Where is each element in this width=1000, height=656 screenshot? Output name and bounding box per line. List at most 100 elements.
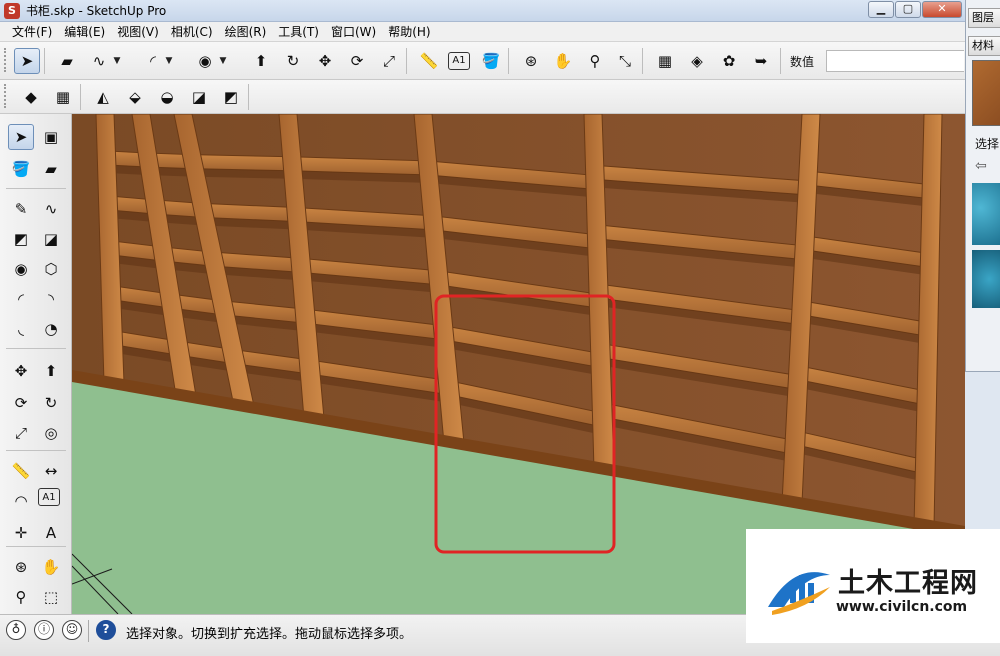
orbit-icon[interactable]: ⊛: [8, 554, 34, 580]
add-detail-icon[interactable]: ◪: [186, 84, 212, 110]
dropdown-arrow-icon[interactable]: ▼: [112, 48, 122, 74]
layers-tab[interactable]: 图层: [968, 8, 1000, 28]
water-material-swatch[interactable]: [972, 183, 1000, 245]
sandbox-from-contours-icon[interactable]: ◆: [18, 84, 44, 110]
zoom-window-icon[interactable]: ⬚: [38, 584, 64, 610]
default-tray: 图层 材料 选择 ⇦: [965, 0, 1000, 372]
arc-icon[interactable]: ◜: [8, 286, 34, 312]
arc-tool-icon[interactable]: ◜: [140, 48, 166, 74]
follow-me-tool-icon[interactable]: ↻: [280, 48, 306, 74]
line-icon[interactable]: ✎: [8, 196, 34, 222]
protractor-icon[interactable]: ◠: [8, 488, 34, 514]
dimension-icon[interactable]: ↔: [38, 458, 64, 484]
orbit-tool-icon[interactable]: ⊛: [518, 48, 544, 74]
rotate-tool-icon[interactable]: ⟳: [344, 48, 370, 74]
stamp-icon[interactable]: ⬙: [122, 84, 148, 110]
toolbar-grip[interactable]: [4, 84, 8, 108]
push-pull-tool-icon[interactable]: ⬆: [248, 48, 274, 74]
freehand-tool-icon[interactable]: ∿: [86, 48, 112, 74]
paint-bucket-icon[interactable]: 🪣: [8, 156, 34, 182]
share-model-icon[interactable]: ◈: [684, 48, 710, 74]
pie-icon[interactable]: ◔: [38, 316, 64, 342]
eraser-icon[interactable]: ▰: [38, 156, 64, 182]
scale-tool-icon[interactable]: ⤢: [376, 48, 402, 74]
water-material-swatch[interactable]: [972, 250, 1000, 308]
move-icon[interactable]: ✥: [8, 358, 34, 384]
scale-icon[interactable]: ⤢: [8, 420, 34, 446]
measurements-label: 数值: [790, 55, 815, 69]
select-tool-icon[interactable]: ➤: [14, 48, 40, 74]
make-component-icon[interactable]: ▣: [38, 124, 64, 150]
zoom-icon[interactable]: ⚲: [8, 584, 34, 610]
close-button[interactable]: ✕: [922, 1, 962, 18]
three-point-arc-icon[interactable]: ◟: [8, 316, 34, 342]
flip-edge-icon[interactable]: ◩: [218, 84, 244, 110]
warehouse-icon[interactable]: ▦: [652, 48, 678, 74]
zoom-extents-tool-icon[interactable]: ⤡: [612, 48, 638, 74]
eraser-tool-icon[interactable]: ▰: [54, 48, 80, 74]
toolbar-separator: [6, 546, 66, 547]
text-icon[interactable]: A1: [38, 488, 60, 506]
geo-location-icon[interactable]: ♁: [6, 620, 26, 640]
menu-window[interactable]: 窗口(W): [325, 22, 382, 42]
main-toolbar: ➤ ▰ ∿ ◜ ◉ ⬆ ↻ ✥ ⟳ ⤢ 📏 A1 🪣 ⊛ ✋ ⚲ ⤡ ▦ ◈ ✿ ➥ ▼ ▼ ▼ 数值: [0, 42, 965, 80]
pan-icon[interactable]: ✋: [38, 554, 64, 580]
offset-icon[interactable]: ◎: [38, 420, 64, 446]
rotated-rectangle-icon[interactable]: ◪: [38, 226, 64, 252]
dropdown-arrow-icon[interactable]: ▼: [164, 48, 174, 74]
pan-tool-icon[interactable]: ✋: [550, 48, 576, 74]
watermark: 土木工程网 www.civilcn.com: [746, 529, 1000, 643]
send-to-layout-icon[interactable]: ➥: [748, 48, 774, 74]
menu-edit[interactable]: 编辑(E): [58, 22, 111, 42]
freehand-icon[interactable]: ∿: [38, 196, 64, 222]
circle-tool-icon[interactable]: ◉: [192, 48, 218, 74]
axes-icon[interactable]: ✛: [8, 520, 34, 546]
measurements-input[interactable]: [826, 50, 964, 72]
two-point-arc-icon[interactable]: ◝: [38, 286, 64, 312]
select-icon[interactable]: ➤: [8, 124, 34, 150]
user-account-icon[interactable]: ☺: [62, 620, 82, 640]
shelf-board: [191, 154, 292, 172]
paint-bucket-tool-icon[interactable]: 🪣: [478, 48, 504, 74]
credits-icon[interactable]: ⓘ: [34, 620, 54, 640]
smoove-icon[interactable]: ◭: [90, 84, 116, 110]
rotate-icon[interactable]: ⟳: [8, 390, 34, 416]
maximize-button[interactable]: ▢: [895, 1, 921, 18]
minimize-button[interactable]: ▁: [868, 1, 894, 18]
menu-draw[interactable]: 绘图(R): [219, 22, 273, 42]
polygon-icon[interactable]: ⬡: [38, 256, 64, 282]
watermark-title: 土木工程网: [838, 568, 978, 599]
move-tool-icon[interactable]: ✥: [312, 48, 338, 74]
drape-icon[interactable]: ◒: [154, 84, 180, 110]
menu-camera[interactable]: 相机(C): [165, 22, 219, 42]
status-text: 选择对象。切换到扩充选择。拖动鼠标选择多项。: [126, 627, 413, 642]
dropdown-arrow-icon[interactable]: ▼: [218, 48, 228, 74]
toolbar-separator: [6, 188, 66, 189]
menu-tools[interactable]: 工具(T): [272, 22, 325, 42]
sandbox-from-scratch-icon[interactable]: ▦: [50, 84, 76, 110]
push-pull-icon[interactable]: ⬆: [38, 358, 64, 384]
toolbar-grip[interactable]: [4, 48, 8, 72]
tape-measure-icon[interactable]: 📏: [8, 458, 34, 484]
window-title: 书柜.skp - SketchUp Pro: [26, 4, 167, 18]
select-tab-label[interactable]: 选择: [975, 135, 999, 152]
rectangle-icon[interactable]: ◩: [8, 226, 34, 252]
zoom-tool-icon[interactable]: ⚲: [582, 48, 608, 74]
materials-tab[interactable]: 材料: [968, 36, 1000, 56]
back-arrow-icon[interactable]: ⇦: [975, 158, 987, 174]
menu-file[interactable]: 文件(F): [6, 22, 58, 42]
help-icon[interactable]: ?: [96, 620, 116, 640]
3d-text-icon[interactable]: A: [38, 520, 64, 546]
menu-help[interactable]: 帮助(H): [382, 22, 436, 42]
text-tool-icon[interactable]: A1: [448, 52, 470, 70]
current-material-swatch[interactable]: [972, 60, 1000, 126]
tape-measure-tool-icon[interactable]: 📏: [416, 48, 442, 74]
extension-warehouse-icon[interactable]: ✿: [716, 48, 742, 74]
follow-me-icon[interactable]: ↻: [38, 390, 64, 416]
watermark-url: www.civilcn.com: [836, 599, 968, 615]
toolbar-separator: [780, 48, 781, 74]
circle-icon[interactable]: ◉: [8, 256, 34, 282]
menu-view[interactable]: 视图(V): [111, 22, 165, 42]
toolbar-separator: [248, 84, 249, 110]
large-tool-set: ➤ ▣ 🪣 ▰ ✎ ∿ ◩ ◪ ◉ ⬡ ◜ ◝ ◟ ◔ ✥ ⬆ ⟳ ↻ ⤢ ◎ 📏 ↔ ◠ A1 ✛ A ⊛ ✋ ⚲ ⬚: [0, 114, 72, 614]
